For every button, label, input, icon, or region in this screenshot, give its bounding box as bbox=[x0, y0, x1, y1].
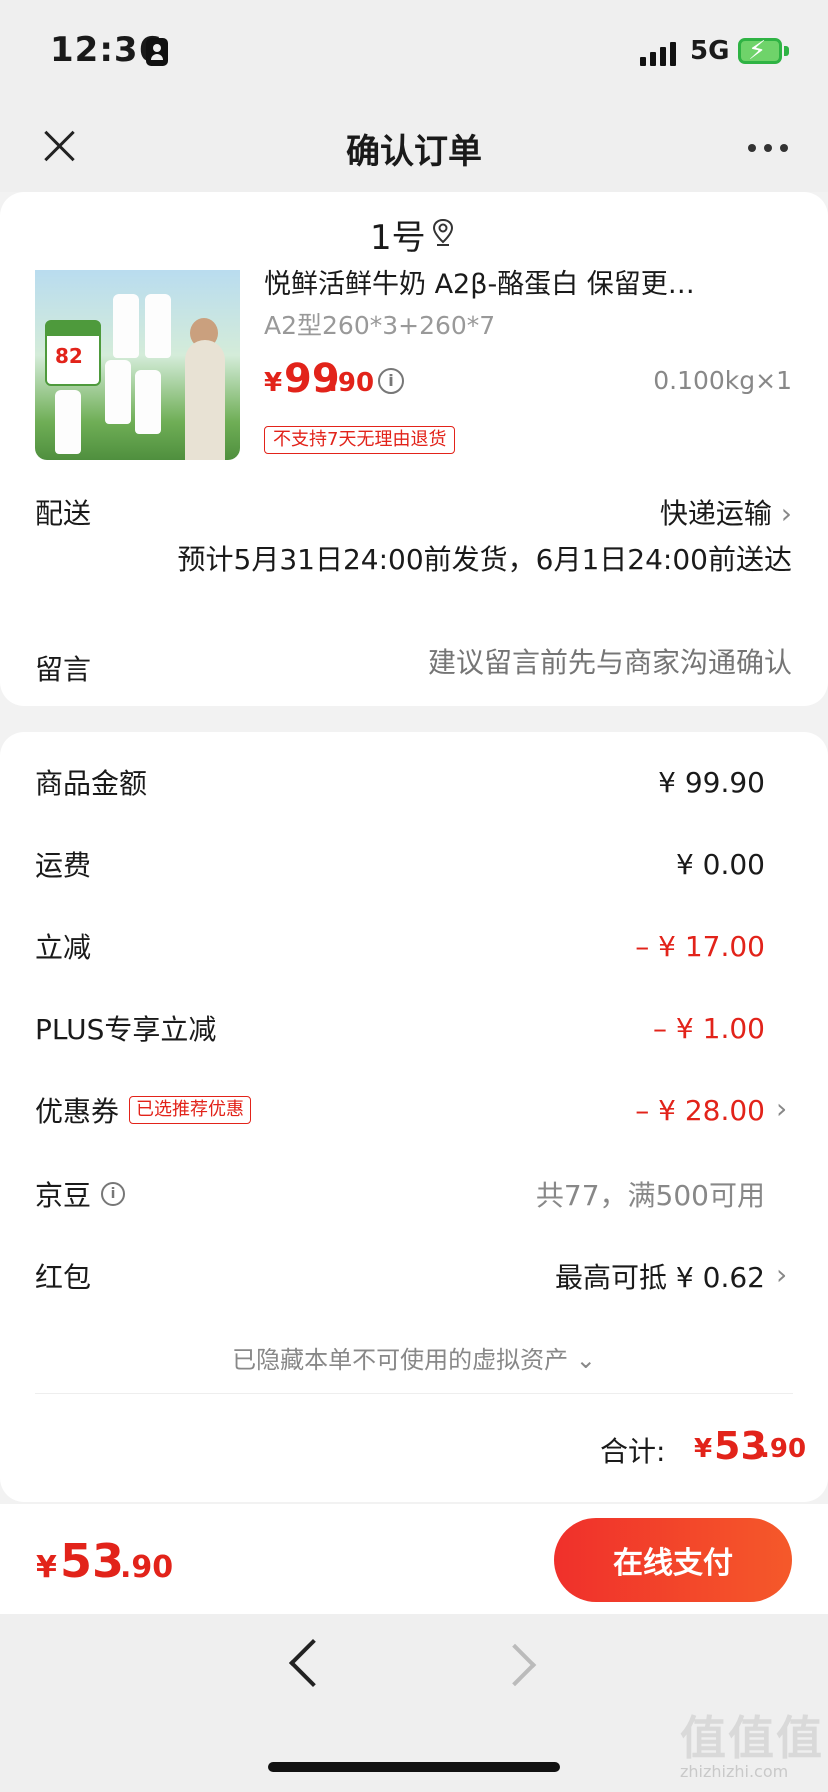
watermark: 值值值 bbox=[680, 1711, 824, 1765]
red-packet-value: 最高可抵 ¥ 0.62 bbox=[555, 1261, 765, 1294]
checkout-symbol: ¥ bbox=[36, 1550, 57, 1585]
goods-amount-label: 商品金额 bbox=[35, 767, 148, 800]
goods-amount-value: ¥ 99.90 bbox=[658, 765, 765, 799]
image-badge-number: 82 bbox=[55, 344, 83, 368]
jingdou-label: 京豆 bbox=[35, 1179, 92, 1212]
signal-icon bbox=[640, 38, 680, 66]
jingdou-row: 京豆 i 共77，满500可用 bbox=[35, 1174, 765, 1214]
coupon-recommended-tag: 已选推荐优惠 bbox=[129, 1096, 252, 1124]
chevron-right-icon: › bbox=[780, 497, 792, 530]
pay-online-button[interactable]: 在线支付 bbox=[554, 1518, 792, 1602]
weight-quantity: 0.100kg×1 bbox=[653, 366, 792, 395]
product-spec: A2型260*3+260*7 bbox=[264, 311, 496, 340]
image-badge: 82 bbox=[45, 320, 101, 386]
home-indicator[interactable] bbox=[268, 1762, 560, 1772]
product-image[interactable]: 82 bbox=[35, 270, 240, 460]
delivery-label: 配送 bbox=[35, 497, 92, 530]
return-policy-tag: 不支持7天无理由退货 bbox=[264, 426, 456, 454]
hidden-assets-text: 已隐藏本单不可使用的虚拟资产 bbox=[232, 1346, 569, 1374]
instant-discount-label: 立减 bbox=[35, 931, 92, 964]
price-decimal: .90 bbox=[328, 368, 375, 398]
message-label: 留言 bbox=[35, 653, 92, 686]
total-integer: 53 bbox=[714, 1424, 767, 1468]
delivery-estimate: 预计5月31日24:00前发货，6月1日24:00前送达 bbox=[177, 543, 792, 576]
network-type: 5G bbox=[690, 36, 730, 66]
checkout-amount-integer: 53 bbox=[60, 1534, 125, 1588]
shipping-fee-label: 运费 bbox=[35, 849, 92, 882]
goods-amount-row: 商品金额 ¥ 99.90 bbox=[35, 762, 765, 802]
red-packet-row[interactable]: 红包 最高可抵 ¥ 0.62 bbox=[35, 1256, 765, 1296]
coupon-row[interactable]: 优惠券 已选推荐优惠 – ¥ 28.00 bbox=[35, 1090, 765, 1130]
page-title: 确认订单 bbox=[346, 132, 482, 172]
watermark-url: zhizhizhi.com bbox=[680, 1762, 789, 1781]
info-icon[interactable]: i bbox=[378, 368, 404, 394]
location-pin-icon[interactable] bbox=[432, 218, 454, 246]
message-input[interactable] bbox=[340, 646, 792, 679]
jingdou-value: 共77，满500可用 bbox=[535, 1179, 765, 1212]
coupon-value: – ¥ 28.00 bbox=[635, 1093, 765, 1127]
shipping-fee-row: 运费 ¥ 0.00 bbox=[35, 844, 765, 884]
location-text[interactable]: 1号 bbox=[370, 210, 426, 259]
total-decimal: .90 bbox=[760, 1434, 807, 1464]
battery-cap bbox=[784, 46, 789, 56]
charging-bolt-icon: ⚡ bbox=[748, 36, 767, 66]
delivery-method-text: 快递运输 bbox=[659, 497, 772, 530]
chevron-down-icon: ⌄ bbox=[575, 1346, 596, 1374]
shipping-fee-value: ¥ 0.00 bbox=[675, 847, 765, 881]
product-title[interactable]: 悦鲜活鲜牛奶 A2β-酪蛋白 保留更… bbox=[264, 262, 784, 301]
hidden-assets-toggle[interactable]: 已隐藏本单不可使用的虚拟资产 ⌄ bbox=[0, 1340, 828, 1375]
more-icon[interactable] bbox=[748, 144, 788, 152]
chevron-right-icon[interactable]: › bbox=[776, 1258, 787, 1291]
coupon-label: 优惠券 bbox=[35, 1095, 120, 1128]
price-symbol: ¥ bbox=[264, 368, 283, 398]
info-icon[interactable]: i bbox=[101, 1182, 126, 1206]
total-symbol: ¥ bbox=[694, 1434, 713, 1464]
divider bbox=[35, 1393, 793, 1394]
red-packet-label: 红包 bbox=[35, 1261, 92, 1294]
total-label: 合计: bbox=[600, 1435, 666, 1468]
checkout-amount-decimal: .90 bbox=[120, 1550, 174, 1585]
contact-card-icon bbox=[146, 38, 168, 66]
delivery-method[interactable]: 快递运输 › bbox=[560, 492, 792, 532]
plus-discount-label: PLUS专享立减 bbox=[35, 1013, 217, 1046]
instant-discount-value: – ¥ 17.00 bbox=[635, 929, 765, 963]
chevron-right-icon[interactable]: › bbox=[776, 1092, 787, 1125]
plus-discount-value: – ¥ 1.00 bbox=[653, 1011, 765, 1045]
plus-discount-row: PLUS专享立减 – ¥ 1.00 bbox=[35, 1008, 765, 1048]
instant-discount-row: 立减 – ¥ 17.00 bbox=[35, 926, 765, 966]
